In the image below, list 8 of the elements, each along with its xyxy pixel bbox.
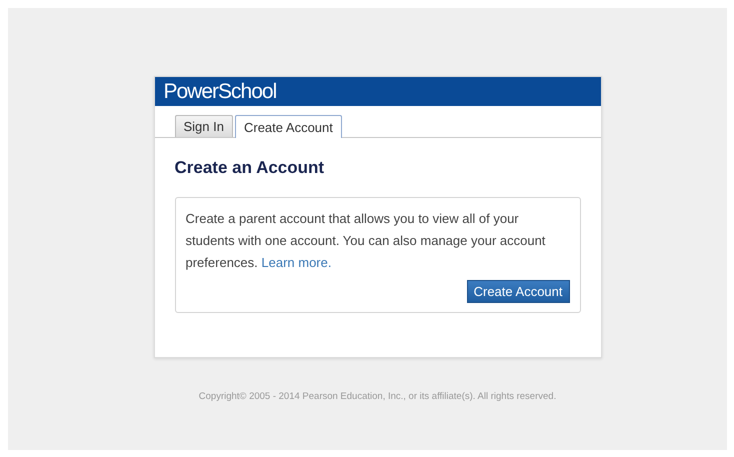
tab[interactable]: Sign In: [174, 115, 233, 137]
learn-more-link[interactable]: Learn more.: [261, 255, 332, 270]
description-text: Create a parent account that allows you to view all of your students with one account. You can also manage your account preferences. Learn more.: [186, 210, 546, 272]
heading: Create an Account: [174, 158, 326, 178]
tab[interactable]: Create Account: [234, 115, 342, 138]
brand-logo: PowerSchool: [164, 80, 276, 104]
create-account-button[interactable]: Create Account: [466, 280, 570, 303]
copyright-text: Copyright© 2005 - 2014 Pearson Education, Inc., or its affiliate(s). All rights reserved.: [198, 391, 556, 402]
